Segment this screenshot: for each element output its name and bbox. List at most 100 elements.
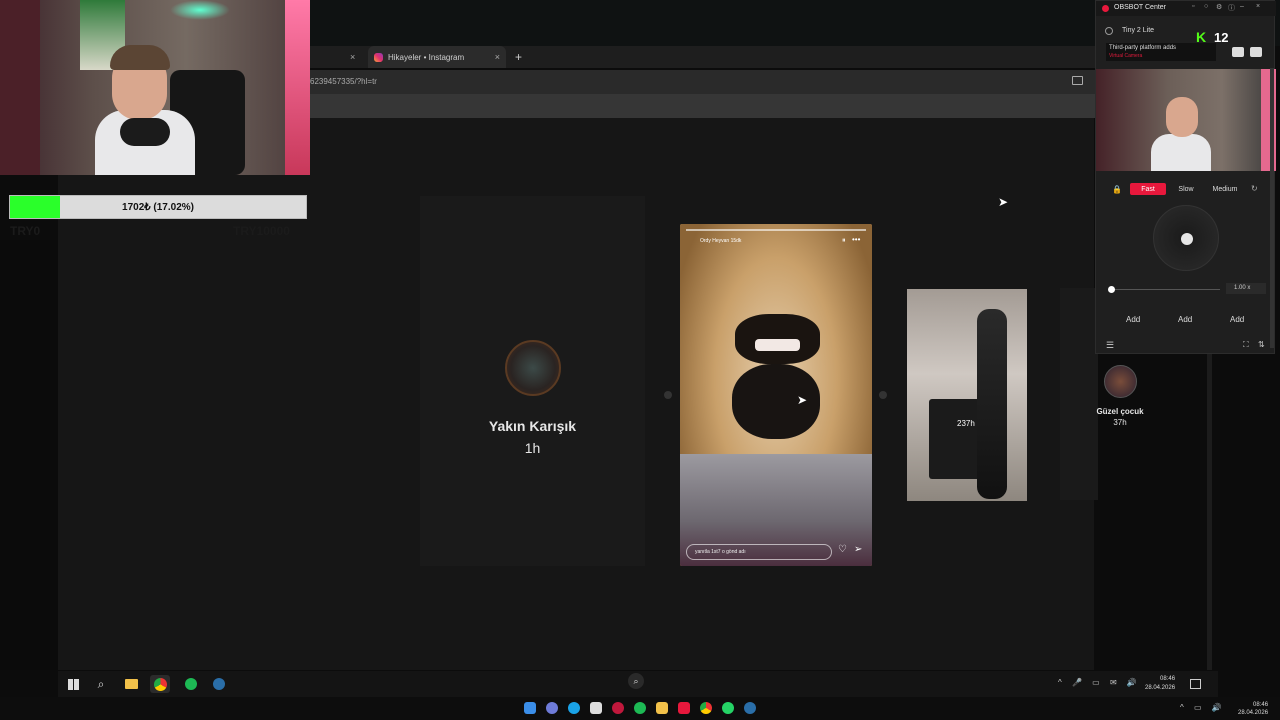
donation-goal-bar: 1702₺ (17.02%) [9, 195, 307, 219]
story-username: Yakın Karışık [488, 418, 577, 434]
system-tray-icons[interactable]: ^ 🎤 ▭ ✉ 🔊 [1058, 678, 1141, 687]
story-username: Güzel çocuk [1096, 407, 1144, 416]
zoom-search-icon[interactable]: ⌕ [628, 673, 644, 689]
story-card-far-right[interactable] [1060, 288, 1098, 500]
address-bar[interactable]: 6239457335/?hl=tr [310, 70, 1100, 94]
avatar[interactable] [1104, 365, 1137, 398]
reply-input[interactable]: yanıtla 1st7 o gönd adı [686, 544, 832, 560]
donation-text: 1702₺ (17.02%) [122, 201, 194, 213]
install-app-icon[interactable] [1072, 76, 1083, 85]
viewer-count: 12 [1214, 30, 1229, 45]
device-icon [1105, 27, 1113, 35]
record-icon[interactable] [1250, 47, 1262, 57]
instagram-icon [374, 52, 383, 62]
speed-slow-button[interactable]: Slow [1174, 183, 1198, 195]
record-dot-icon[interactable]: ○ [1204, 3, 1208, 10]
avatar[interactable] [505, 340, 561, 396]
tab-instagram-stories[interactable]: Hikayeler • Instagram × [368, 46, 506, 68]
file-explorer-icon[interactable] [124, 677, 138, 691]
story-card-next[interactable]: 237h [907, 289, 1027, 501]
story-time: 237h [957, 419, 975, 428]
story-active[interactable]: Ordy Heyvan 15dk ⏸ ••• yanıtla 1st7 o gö… [680, 224, 872, 566]
webcam-overlay [0, 0, 310, 175]
windows-start-icon[interactable] [524, 702, 536, 714]
camera-preview [1096, 69, 1276, 171]
fit-screen-icon[interactable]: ⛶ [1243, 340, 1249, 350]
add-preset-button-3[interactable]: Add [1230, 315, 1244, 324]
goal-min-label: TRY0 [10, 224, 41, 238]
app-icon[interactable] [546, 702, 558, 714]
window-title: OBSBOT Center [1114, 4, 1167, 11]
speed-medium-button[interactable]: Medium [1208, 183, 1242, 195]
device-select[interactable]: Tiny 2 Lite [1122, 27, 1154, 34]
toast-text: Third-party platform adds [1109, 45, 1177, 51]
adjust-icon[interactable]: ⇅ [1258, 340, 1265, 349]
add-preset-button-2[interactable]: Add [1178, 315, 1192, 324]
tab-title: Hikayeler • Instagram [388, 52, 465, 62]
story-time: 37h [1113, 418, 1127, 427]
taskbar-clock: 08:46 28.04.2026 [1238, 701, 1268, 717]
chrome-icon[interactable] [150, 675, 170, 693]
story-progress-bar [686, 229, 866, 231]
spotify-icon[interactable] [184, 677, 198, 691]
steam-icon[interactable] [212, 677, 226, 691]
previous-story-button[interactable] [664, 391, 672, 399]
whatsapp-icon[interactable] [722, 702, 734, 714]
browser-tab-strip: × Hikayeler • Instagram × + [310, 46, 1100, 68]
next-story-button[interactable] [879, 391, 887, 399]
taskbar-clock: 08:46 28.04.2026 [1145, 675, 1175, 693]
story-time: 1h [524, 440, 541, 456]
chrome-icon[interactable] [700, 702, 712, 714]
settings-icon[interactable]: ⚙ [1216, 3, 1222, 11]
obsbot-scrollbar[interactable] [1270, 68, 1274, 348]
mouse-cursor-icon: ➤ [998, 195, 1009, 209]
obsbot-center-window: OBSBOT Center ▫ ○ ⚙ ⓘ – × Tiny 2 Lite Th… [1095, 0, 1276, 354]
close-icon[interactable]: × [1256, 3, 1260, 10]
reset-icon[interactable]: ↻ [1251, 184, 1258, 193]
opera-icon[interactable] [612, 702, 624, 714]
heart-icon[interactable]: ♡ [838, 544, 847, 555]
clock-date: 28.04.2026 [1238, 710, 1269, 716]
menu-icon[interactable]: ☰ [1106, 340, 1114, 351]
notification-toast: Third-party platform adds Virtual Camera [1106, 43, 1216, 61]
clock-date: 28.04.2026 [1145, 685, 1176, 691]
lock-icon[interactable]: 🔒 [1112, 185, 1122, 194]
search-icon[interactable]: ⌕ [94, 677, 108, 691]
file-explorer-icon[interactable] [656, 702, 668, 714]
url-text: 6239457335/?hl=tr [310, 77, 377, 86]
kick-logo-icon: K [1196, 29, 1207, 45]
more-options-icon[interactable]: ••• [852, 235, 860, 244]
new-tab-button[interactable]: + [515, 46, 527, 68]
steam-icon[interactable] [744, 702, 756, 714]
info-icon[interactable]: ⓘ [1228, 3, 1235, 13]
zoom-value-input[interactable]: 1.00 x [1226, 283, 1266, 294]
tab-close-button[interactable]: × [495, 52, 500, 62]
outer-taskbar [0, 697, 1280, 720]
prev-tab-close-button[interactable]: × [350, 46, 360, 68]
obsbot-titlebar: OBSBOT Center ▫ ○ ⚙ ⓘ – × [1096, 1, 1276, 16]
joystick-knob[interactable] [1181, 233, 1193, 245]
notification-icon[interactable] [1190, 679, 1201, 689]
zoom-slider-thumb[interactable] [1108, 286, 1115, 293]
zoom-slider[interactable] [1110, 289, 1220, 290]
system-tray-icons[interactable]: ^ ▭ 🔊 [1180, 703, 1226, 712]
pause-icon[interactable]: ⏸ [842, 237, 846, 245]
add-preset-button-1[interactable]: Add [1126, 315, 1140, 324]
snapshot-icon[interactable] [1232, 47, 1244, 57]
edge-icon[interactable] [568, 702, 580, 714]
left-margin [0, 240, 58, 670]
send-icon[interactable]: ➢ [854, 544, 862, 555]
spotify-icon[interactable] [634, 702, 646, 714]
clock-time: 08:46 [1253, 702, 1269, 708]
windows-start-icon[interactable] [66, 677, 80, 691]
mouse-cursor-icon: ➤ [797, 393, 808, 407]
store-icon[interactable] [590, 702, 602, 714]
story-author: Ordy Heyvan 15dk [700, 238, 742, 244]
speed-fast-button[interactable]: Fast [1130, 183, 1166, 195]
clock-time: 08:46 [1160, 676, 1176, 682]
pin-icon[interactable]: ▫ [1192, 3, 1194, 10]
gimbal-joystick[interactable] [1153, 205, 1219, 271]
minimize-icon[interactable]: – [1240, 3, 1244, 10]
toast-subtext: Virtual Camera [1109, 53, 1143, 59]
obsbot-icon[interactable] [678, 702, 690, 714]
